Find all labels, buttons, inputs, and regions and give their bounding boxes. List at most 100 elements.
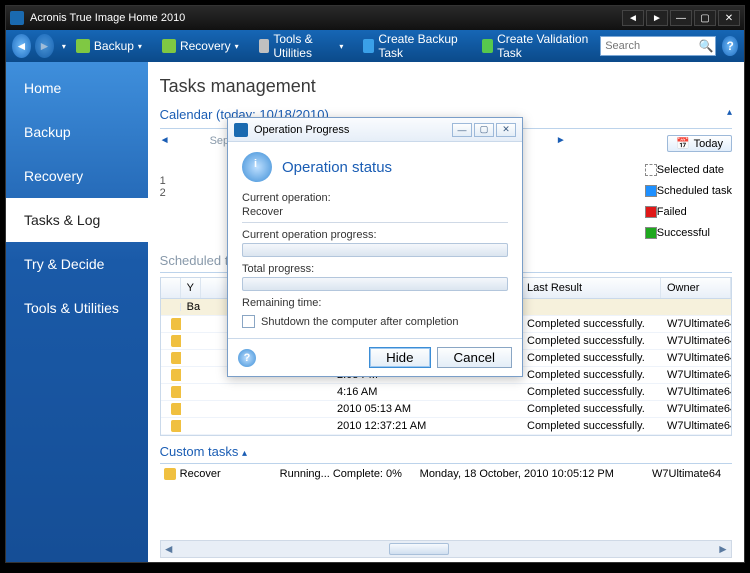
row-owner: W7Ultimate64 [661, 350, 731, 366]
col-owner[interactable]: Owner [661, 278, 731, 298]
calendar-collapse-icon[interactable]: ▴ [727, 107, 732, 122]
row-owner: W7Ultimate64 [661, 316, 731, 332]
scroll-thumb[interactable] [389, 543, 449, 555]
lock-icon [171, 386, 181, 398]
scroll-right-icon[interactable]: ► [715, 541, 731, 557]
dialog-footer: ? Hide Cancel [228, 338, 522, 376]
custom-section-header[interactable]: Custom tasks ▴ [160, 444, 732, 464]
dialog-close-button[interactable]: ✕ [496, 123, 516, 137]
toolbar-create-validation[interactable]: Create Validation Task [478, 30, 594, 62]
help-button[interactable]: ? [722, 36, 738, 56]
custom-task-time: Monday, 18 October, 2010 10:05:12 PM [420, 468, 652, 480]
lock-icon [171, 369, 181, 381]
row-owner: W7Ultimate64 [661, 418, 731, 434]
scroll-left-icon[interactable]: ◄ [161, 541, 177, 557]
calendar-next-icon[interactable]: ► [556, 135, 566, 146]
legend-failed: Failed [657, 206, 687, 218]
sidebar-item-tools[interactable]: Tools & Utilities [6, 286, 148, 330]
lock-icon [171, 420, 181, 432]
shutdown-checkbox[interactable] [242, 315, 255, 328]
dialog-help-button[interactable]: ? [238, 349, 256, 367]
dialog-app-icon [234, 123, 248, 137]
app-title: Acronis True Image Home 2010 [30, 12, 185, 24]
nav-forward-button[interactable]: ► [35, 34, 54, 58]
maximize-button[interactable]: ▢ [694, 10, 716, 26]
toolbar-recovery[interactable]: Recovery▾ [158, 37, 243, 55]
page-title: Tasks management [160, 76, 732, 97]
row-time: 2010 05:13 AM [331, 401, 521, 417]
table-row[interactable]: 4:16 AMCompleted successfully.W7Ultimate… [161, 384, 731, 401]
dialog-body: Operation status Current operation: Reco… [228, 142, 522, 338]
row-last-result: Completed successfully. [521, 367, 661, 383]
total-progressbar [242, 277, 508, 291]
current-op-label: Current operation: [242, 192, 508, 204]
calendar-prev-icon[interactable]: ◄ [160, 135, 170, 146]
custom-task-status: Running... Complete: 0% [280, 468, 420, 480]
lock-icon [171, 318, 181, 330]
sidebar-item-backup[interactable]: Backup [6, 110, 148, 154]
total-progress-label: Total progress: [242, 263, 508, 275]
main-toolbar: ◄ ► ▾ Backup▾ Recovery▾ Tools & Utilitie… [6, 30, 744, 62]
row-last-result: Completed successfully. [521, 384, 661, 400]
sidebar-item-tasks-log[interactable]: Tasks & Log [6, 198, 148, 242]
legend: Selected date Scheduled task Failed Succ… [645, 158, 732, 245]
current-op-progressbar [242, 243, 508, 257]
current-op-value: Recover [242, 204, 508, 223]
lock-icon [164, 468, 176, 480]
table-row[interactable]: 2010 12:37:21 AMCompleted successfully.W… [161, 418, 731, 435]
op-progress-label: Current operation progress: [242, 229, 508, 241]
today-button[interactable]: 📅 Today [667, 135, 732, 152]
row-last-result: Completed successfully. [521, 316, 661, 332]
sidebar-item-try-decide[interactable]: Try & Decide [6, 242, 148, 286]
lock-icon [171, 403, 181, 415]
toolbar-create-backup[interactable]: Create Backup Task [359, 30, 466, 62]
toolbar-recovery-label: Recovery [180, 39, 231, 53]
horizontal-scrollbar[interactable]: ◄ ► [160, 540, 732, 558]
lock-icon [171, 335, 181, 347]
titlebar: Acronis True Image Home 2010 ◄ ► — ▢ ✕ [6, 6, 744, 30]
next-window-button[interactable]: ► [646, 10, 668, 26]
row-owner: W7Ultimate64 [661, 367, 731, 383]
sidebar: Home Backup Recovery Tasks & Log Try & D… [6, 62, 148, 562]
custom-section-label: Custom tasks [160, 444, 239, 459]
row-owner: W7Ultimate64 [661, 401, 731, 417]
toolbar-create-backup-label: Create Backup Task [378, 32, 462, 60]
toolbar-create-validation-label: Create Validation Task [497, 32, 590, 60]
custom-task-name: Recover [180, 468, 280, 480]
dialog-heading: Operation status [282, 159, 392, 176]
info-icon [242, 152, 272, 182]
today-button-label: Today [694, 138, 723, 150]
dialog-minimize-button[interactable]: — [452, 123, 472, 137]
nav-back-button[interactable]: ◄ [12, 34, 31, 58]
toolbar-tools[interactable]: Tools & Utilities▾ [255, 30, 348, 62]
sidebar-item-recovery[interactable]: Recovery [6, 154, 148, 198]
prev-window-button[interactable]: ◄ [622, 10, 644, 26]
row-last-result: Completed successfully. [521, 333, 661, 349]
dialog-titlebar[interactable]: Operation Progress — ▢ ✕ [228, 118, 522, 142]
close-button[interactable]: ✕ [718, 10, 740, 26]
legend-successful: Successful [657, 227, 710, 239]
custom-task-row[interactable]: Recover Running... Complete: 0% Monday, … [160, 464, 732, 484]
table-row[interactable]: 2010 05:13 AMCompleted successfully.W7Ul… [161, 401, 731, 418]
row-last-result: Completed successfully. [521, 350, 661, 366]
calendar-icon: 📅 [676, 137, 690, 150]
search-button[interactable]: 🔍 [697, 37, 715, 55]
operation-progress-dialog: Operation Progress — ▢ ✕ Operation statu… [227, 117, 523, 377]
minimize-button[interactable]: — [670, 10, 692, 26]
toolbar-backup[interactable]: Backup▾ [72, 37, 146, 55]
app-icon [10, 11, 24, 25]
custom-task-owner: W7Ultimate64 [652, 468, 732, 480]
toolbar-tools-label: Tools & Utilities [273, 32, 335, 60]
col-name[interactable]: Y [181, 278, 201, 298]
search-box: 🔍 [600, 36, 716, 56]
cancel-button[interactable]: Cancel [437, 347, 513, 368]
sidebar-item-home[interactable]: Home [6, 66, 148, 110]
hide-button[interactable]: Hide [369, 347, 430, 368]
row-time: 2010 12:37:21 AM [331, 418, 521, 434]
nav-history-dropdown[interactable]: ▾ [62, 42, 66, 51]
dialog-maximize-button[interactable]: ▢ [474, 123, 494, 137]
search-input[interactable] [601, 40, 697, 52]
col-last-result[interactable]: Last Result [521, 278, 661, 298]
row-owner: W7Ultimate64 [661, 384, 731, 400]
row-time: 4:16 AM [331, 384, 521, 400]
